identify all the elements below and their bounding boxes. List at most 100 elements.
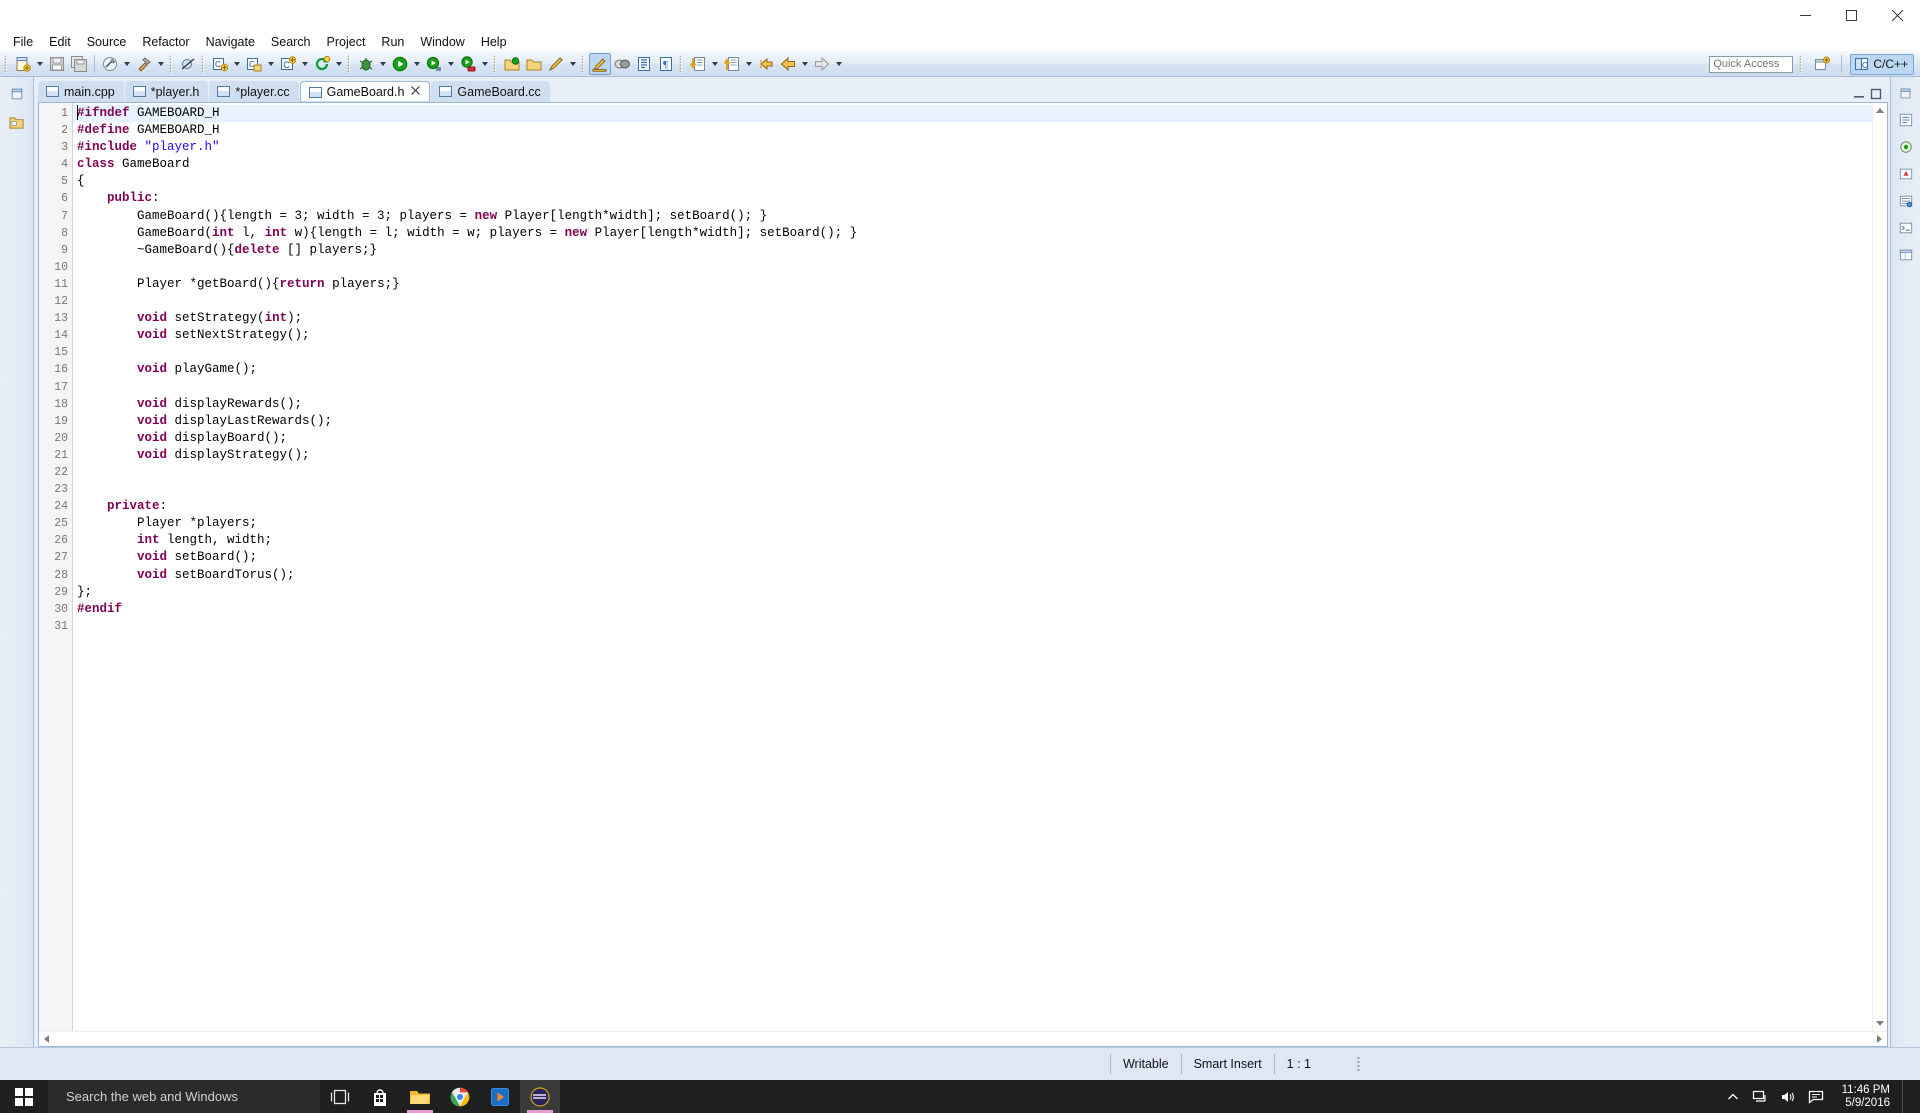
code-line[interactable]: public: [73,190,1872,207]
menu-item-window[interactable]: Window [412,34,472,50]
chrome-icon[interactable] [440,1080,480,1113]
code-line[interactable] [73,481,1872,498]
toolbar-grip-5[interactable] [493,55,499,73]
menu-item-file[interactable]: File [5,34,41,50]
restore-view-icon[interactable] [5,83,29,105]
code-line[interactable]: int length, width; [73,532,1872,549]
pilcrow-icon[interactable]: ¶ [655,53,677,75]
action-center-icon[interactable] [1808,1090,1824,1104]
problems-view-icon[interactable] [1895,164,1917,184]
outline-view-icon[interactable] [1895,110,1917,130]
status-resize-grip[interactable] [1357,1056,1360,1072]
build-all-icon[interactable] [99,53,121,75]
show-hidden-icons-icon[interactable] [1726,1090,1740,1104]
menu-item-navigate[interactable]: Navigate [198,34,263,50]
code-line[interactable]: void displayRewards(); [73,396,1872,413]
menu-item-refactor[interactable]: Refactor [134,34,197,50]
minimize-editor-icon[interactable] [1853,88,1865,100]
menu-item-help[interactable]: Help [473,34,515,50]
store-icon[interactable] [360,1080,400,1113]
forward-icon[interactable] [811,53,833,75]
close-icon[interactable] [411,86,421,98]
new-c-project-dropdown-arrow[interactable] [299,53,311,75]
editor-vertical-scrollbar[interactable] [1872,103,1887,1031]
code-line[interactable]: { [73,173,1872,190]
new-c-class-icon[interactable]: C [209,53,231,75]
editor-tab-player-cc[interactable]: *player.cc [209,81,299,102]
restore-view-right-icon[interactable] [1895,83,1917,103]
project-explorer-icon[interactable] [5,111,29,133]
toolbar-grip-7[interactable] [679,55,685,73]
toolbar-grip-2[interactable] [169,55,175,73]
mask-icon[interactable] [611,53,633,75]
menu-item-edit[interactable]: Edit [41,34,79,50]
back-to-icon[interactable] [755,53,777,75]
vertical-scroll-track[interactable] [1873,118,1887,1016]
perspective-grip[interactable] [1799,55,1806,73]
code-line[interactable]: #endif [73,601,1872,618]
media-player-icon[interactable] [480,1080,520,1113]
taskbar-clock[interactable]: 11:46 PM 5/9/2016 [1836,1084,1890,1110]
tasks-view-icon[interactable] [1895,191,1917,211]
next-annotation-icon[interactable] [687,53,709,75]
back-icon[interactable] [777,53,799,75]
toolbar-grip[interactable] [4,55,10,73]
scroll-up-icon[interactable] [1873,103,1887,118]
menu-item-run[interactable]: Run [373,34,412,50]
close-project-icon[interactable] [523,53,545,75]
new-file-dropdown-arrow[interactable] [34,53,46,75]
show-desktop-button[interactable] [1902,1080,1910,1113]
run-dropdown-arrow[interactable] [411,53,423,75]
code-line[interactable] [73,259,1872,276]
code-line[interactable]: #include "player.h" [73,139,1872,156]
code-line[interactable]: Player *players; [73,515,1872,532]
build-all-dropdown-arrow[interactable] [121,53,133,75]
task-view-icon[interactable] [320,1080,360,1113]
code-line[interactable]: void displayLastRewards(); [73,413,1872,430]
toolbar-grip-3[interactable] [201,55,207,73]
build-dropdown-arrow[interactable] [155,53,167,75]
code-line[interactable]: void displayStrategy(); [73,447,1872,464]
code-line[interactable] [73,379,1872,396]
refresh-icon[interactable] [311,53,333,75]
menu-item-search[interactable]: Search [263,34,319,50]
code-line[interactable]: GameBoard(int l, int w){length = l; widt… [73,225,1872,242]
horizontal-scroll-track[interactable] [54,1032,1872,1046]
edit-dropdown-arrow[interactable] [567,53,579,75]
run-last-dropdown-arrow[interactable] [479,53,491,75]
code-line[interactable]: void setStrategy(int); [73,310,1872,327]
menu-item-source[interactable]: Source [79,34,135,50]
previous-annotation-dropdown-arrow[interactable] [743,53,755,75]
code-line[interactable]: void displayBoard(); [73,430,1872,447]
code-line[interactable] [73,618,1872,635]
code-line[interactable]: void playGame(); [73,361,1872,378]
new-c-class-dropdown-arrow[interactable] [231,53,243,75]
highlight-icon[interactable] [589,53,611,75]
save-all-icon[interactable] [68,53,90,75]
window-minimize-button[interactable] [1782,0,1828,31]
code-line[interactable]: class GameBoard [73,156,1872,173]
run-history-dropdown-arrow[interactable] [445,53,457,75]
editor-tab-gameboard-h[interactable]: GameBoard.h [299,81,431,102]
show-block-icon[interactable] [633,53,655,75]
previous-annotation-icon[interactable] [721,53,743,75]
refresh-dropdown-arrow[interactable] [333,53,345,75]
open-project-icon[interactable] [501,53,523,75]
editor-tab-player-h[interactable]: *player.h [124,81,209,102]
code-line[interactable]: #ifndef GAMEBOARD_H [73,105,1872,123]
scroll-right-icon[interactable] [1872,1032,1887,1046]
scroll-down-icon[interactable] [1873,1016,1887,1031]
editor-tab-main-cpp[interactable]: main.cpp [38,81,124,102]
network-icon[interactable] [1752,1090,1768,1104]
maximize-editor-icon[interactable] [1870,88,1882,100]
code-line[interactable] [73,344,1872,361]
save-icon[interactable] [46,53,68,75]
new-file-icon[interactable] [12,53,34,75]
properties-view-icon[interactable] [1895,245,1917,265]
code-line[interactable]: ~GameBoard(){delete [] players;} [73,242,1872,259]
open-perspective-icon[interactable] [1811,53,1833,75]
code-line[interactable]: Player *getBoard(){return players;} [73,276,1872,293]
edit-pencil-icon[interactable] [545,53,567,75]
code-line[interactable]: void setBoardTorus(); [73,567,1872,584]
perspective-button-cpp[interactable]: C C/C++ [1850,53,1914,75]
